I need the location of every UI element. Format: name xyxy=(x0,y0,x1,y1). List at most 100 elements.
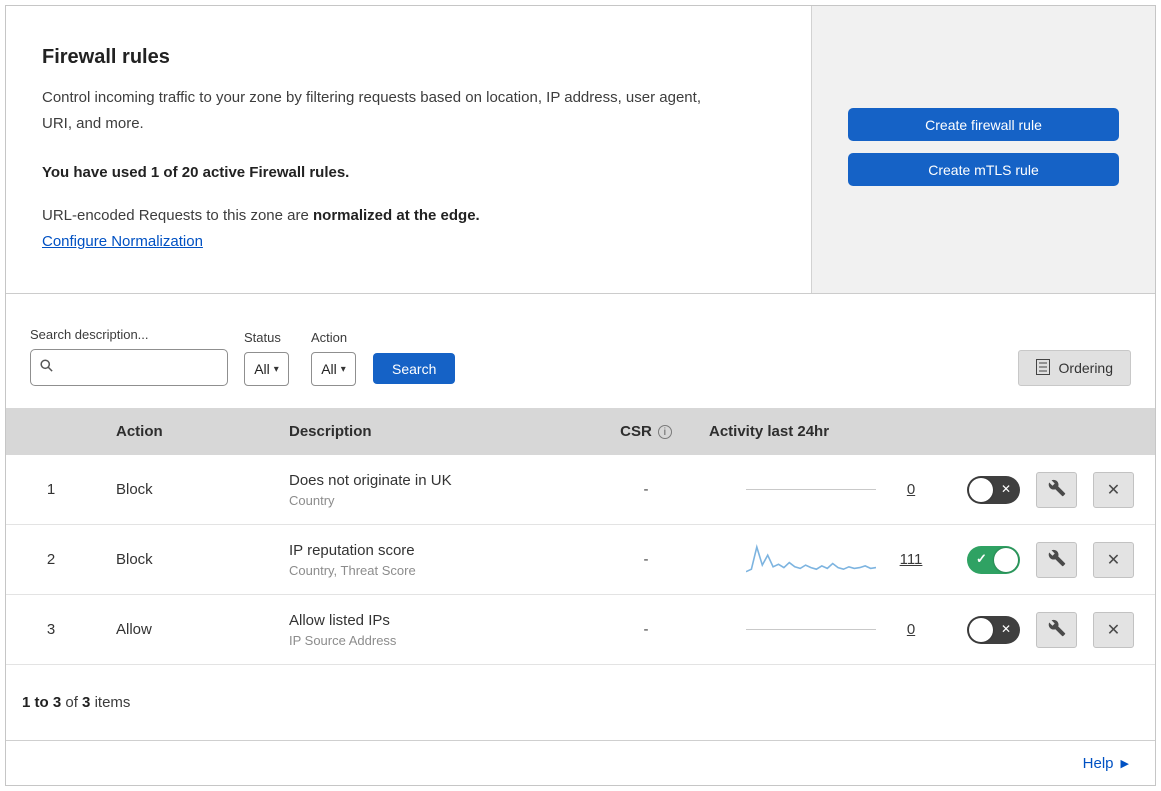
close-icon: ✕ xyxy=(1106,481,1121,499)
status-select[interactable]: All ▾ xyxy=(244,352,289,386)
items-range: 1 to 3 xyxy=(22,694,62,711)
chevron-down-icon: ▾ xyxy=(340,363,346,375)
help-link[interactable]: Help ▶ xyxy=(1083,755,1129,772)
help-link-label: Help xyxy=(1082,754,1114,772)
close-icon: ✕ xyxy=(1106,551,1121,569)
rule-priority: 3 xyxy=(46,621,56,638)
delete-rule-button[interactable]: ✕ xyxy=(1093,611,1134,648)
activity-sparkline-flat xyxy=(746,489,876,490)
rule-action: Allow xyxy=(116,621,152,638)
ordering-button[interactable]: Ordering xyxy=(1017,350,1131,386)
rule-description-cell: IP reputation score Country, Threat Scor… xyxy=(266,542,596,578)
action-column-header: Action xyxy=(116,423,163,440)
status-label: Status xyxy=(244,330,281,345)
activity-count-link[interactable]: 111 xyxy=(894,551,928,568)
rule-priority: 1 xyxy=(46,481,56,498)
items-word: items xyxy=(94,694,131,711)
wrench-icon xyxy=(1048,619,1066,640)
search-button[interactable]: Search xyxy=(373,353,456,384)
rule-activity-cell: 111 xyxy=(696,542,936,578)
ordering-list-icon xyxy=(1035,358,1050,378)
activity-count-link[interactable]: 0 xyxy=(894,481,928,498)
description-column-header: Description xyxy=(289,423,372,440)
x-icon: ✕ xyxy=(1000,481,1011,496)
rule-action: Block xyxy=(116,551,153,568)
close-icon: ✕ xyxy=(1106,621,1121,639)
activity-count-link[interactable]: 0 xyxy=(894,621,928,638)
normalization-bold: normalized at the edge. xyxy=(313,206,480,224)
normalization-prefix: URL-encoded Requests to this zone are xyxy=(42,206,309,224)
rule-priority: 2 xyxy=(46,551,56,568)
table-row: 2 Block IP reputation score Country, Thr… xyxy=(6,525,1155,595)
create-firewall-rule-button[interactable]: Create firewall rule xyxy=(848,108,1119,141)
rule-controls: ✓ ✕ ✕ xyxy=(936,611,1155,648)
action-label: Action xyxy=(311,330,348,345)
rule-controls: ✓ ✕ ✕ xyxy=(936,541,1155,578)
page-title: Firewall rules xyxy=(42,46,170,68)
header-section: Firewall rules Control incoming traffic … xyxy=(6,6,1155,294)
edit-rule-button[interactable] xyxy=(1036,611,1077,648)
items-total: 3 xyxy=(82,694,91,711)
rule-description-cell: Does not originate in UK Country xyxy=(266,472,596,508)
firewall-rules-page: Firewall rules Control incoming traffic … xyxy=(5,5,1156,786)
search-group: Search description... xyxy=(30,327,228,386)
table-header-row: Action Description CSR i Activity last 24… xyxy=(6,408,1155,455)
action-selected-value: All xyxy=(321,361,337,377)
rule-enabled-toggle[interactable]: ✓ ✕ xyxy=(967,545,1020,574)
edit-rule-button[interactable] xyxy=(1036,541,1077,578)
rule-enabled-toggle[interactable]: ✓ ✕ xyxy=(967,615,1020,644)
activity-sparkline xyxy=(746,543,876,572)
chevron-down-icon: ▾ xyxy=(273,363,279,375)
action-filter-group: Action All ▾ xyxy=(311,330,356,386)
info-icon[interactable]: i xyxy=(657,425,672,439)
rule-csr-value: - xyxy=(643,621,649,638)
rule-description: Does not originate in UK xyxy=(289,471,452,489)
filter-bar: Search description... Status All ▾ Actio… xyxy=(6,294,1155,408)
check-icon: ✓ xyxy=(976,550,987,566)
rule-controls: ✓ ✕ ✕ xyxy=(936,471,1155,508)
search-field[interactable] xyxy=(61,359,219,376)
rule-criteria: IP Source Address xyxy=(289,632,397,648)
rule-enabled-toggle[interactable]: ✓ ✕ xyxy=(967,475,1020,504)
action-select[interactable]: All ▾ xyxy=(311,352,356,386)
x-icon: ✕ xyxy=(1000,621,1011,636)
usage-text: You have used 1 of 20 active Firewall ru… xyxy=(42,163,350,181)
rule-description-cell: Allow listed IPs IP Source Address xyxy=(266,612,596,648)
configure-normalization-link[interactable]: Configure Normalization xyxy=(42,233,203,250)
normalization-text: URL-encoded Requests to this zone are no… xyxy=(42,207,781,224)
table-row: 3 Allow Allow listed IPs IP Source Addre… xyxy=(6,595,1155,665)
activity-sparkline-flat xyxy=(746,629,876,630)
header-text-block: Firewall rules Control incoming traffic … xyxy=(6,6,811,293)
status-filter-group: Status All ▾ xyxy=(244,330,289,386)
status-selected-value: All xyxy=(254,361,270,377)
csr-column-header: CSR i xyxy=(596,423,696,440)
rule-csr-value: - xyxy=(643,481,649,498)
ordering-button-label: Ordering xyxy=(1058,360,1113,376)
help-bar: Help ▶ xyxy=(6,741,1155,785)
rule-criteria: Country xyxy=(289,492,335,508)
wrench-icon xyxy=(1048,549,1066,570)
wrench-icon xyxy=(1048,479,1066,500)
delete-rule-button[interactable]: ✕ xyxy=(1093,471,1134,508)
table-footer: 1 to 3 of 3 items xyxy=(6,665,1155,741)
delete-rule-button[interactable]: ✕ xyxy=(1093,541,1134,578)
page-description: Control incoming traffic to your zone by… xyxy=(42,89,701,133)
actions-panel: Create firewall rule Create mTLS rule xyxy=(811,6,1155,293)
rule-description: Allow listed IPs xyxy=(289,611,390,629)
rule-action: Block xyxy=(116,481,153,498)
table-row: 1 Block Does not originate in UK Country… xyxy=(6,455,1155,525)
items-of-label: of xyxy=(65,694,78,711)
rule-description: IP reputation score xyxy=(289,541,415,559)
csr-column-label: CSR xyxy=(620,423,652,440)
search-icon xyxy=(39,358,54,378)
activity-column-header: Activity last 24hr xyxy=(709,423,830,440)
rule-criteria: Country, Threat Score xyxy=(289,562,416,578)
rule-activity-cell: 0 xyxy=(696,621,936,638)
create-mtls-rule-button[interactable]: Create mTLS rule xyxy=(848,153,1119,186)
chevron-right-icon: ▶ xyxy=(1120,757,1129,770)
rule-activity-cell: 0 xyxy=(696,481,936,498)
rule-csr-value: - xyxy=(643,551,649,568)
edit-rule-button[interactable] xyxy=(1036,471,1077,508)
search-input[interactable] xyxy=(30,349,228,386)
search-label: Search description... xyxy=(30,327,149,342)
